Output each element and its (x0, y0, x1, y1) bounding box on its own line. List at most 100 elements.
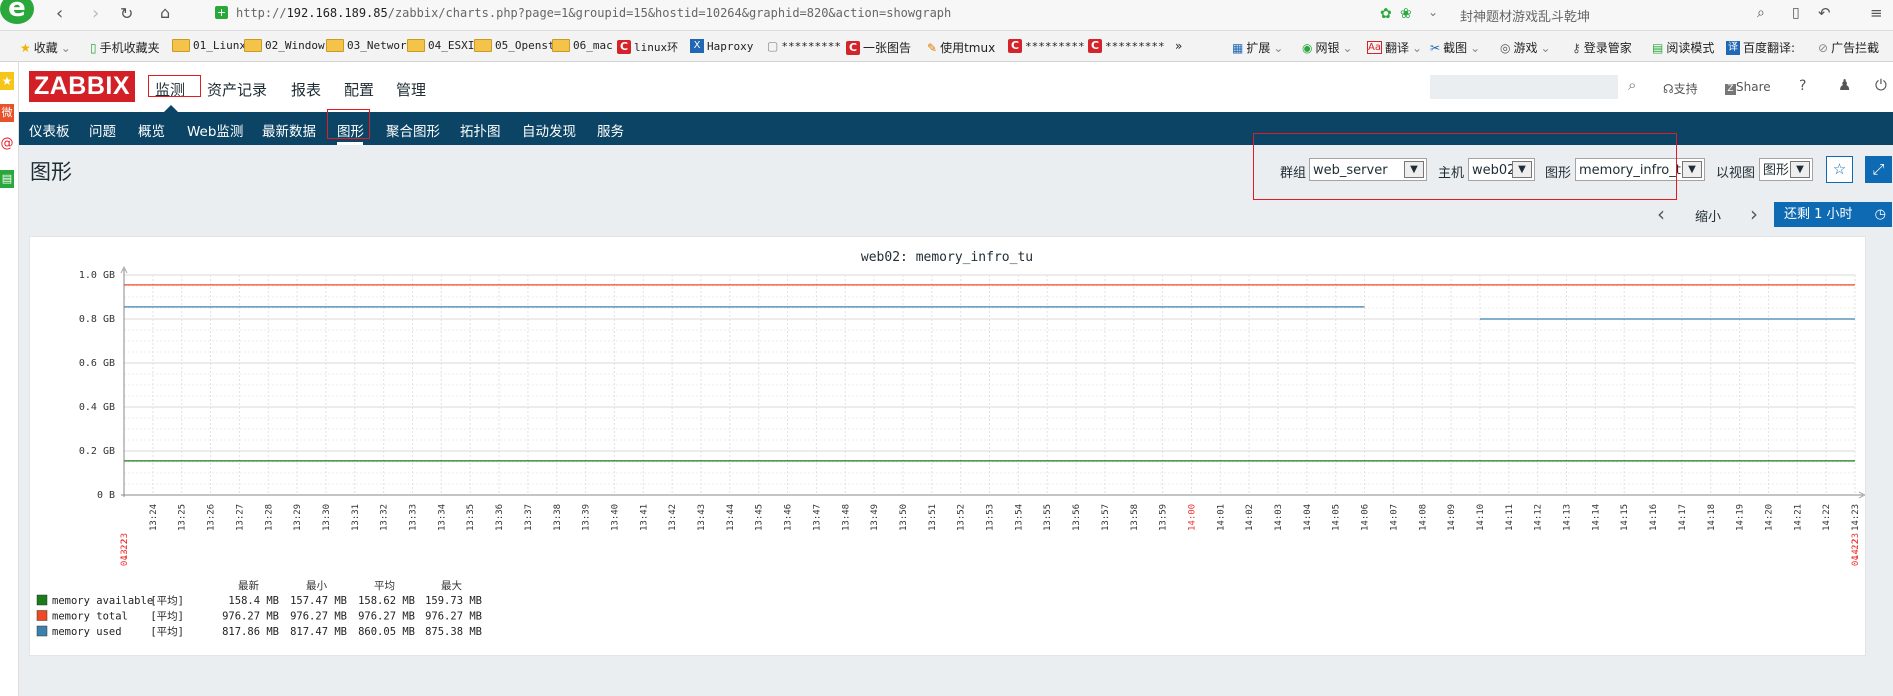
bookmark-folder-linux[interactable]: 01_Liunx (172, 39, 246, 52)
highlight-monitoring (148, 75, 201, 97)
search-icon[interactable]: ⌕ (1757, 5, 1765, 21)
global-search-input[interactable] (1430, 75, 1618, 99)
bookmark-mobile[interactable]: ▯ 手机收藏夹 (90, 39, 160, 56)
bookmark-hidden-2[interactable]: C ********* (1008, 39, 1085, 53)
menu-icon[interactable]: ≡ (1870, 4, 1883, 22)
legend-header: 最小 (306, 580, 327, 592)
bookmark-tmux[interactable]: ✎ 使用tmux (927, 39, 995, 56)
chevron-down-icon: ▼ (1790, 161, 1810, 178)
bookmark-hidden-3[interactable]: C ********* (1088, 39, 1165, 53)
x-tick-label: 14:11 (1505, 504, 1515, 531)
favorite-star-icon[interactable]: ★ (0, 72, 14, 90)
subnav-problems[interactable]: 问题 (89, 120, 116, 140)
subnav-discovery[interactable]: 自动发现 (522, 120, 576, 140)
help-icon[interactable]: ? (1799, 78, 1806, 94)
reload-icon[interactable]: ↻ (120, 4, 133, 23)
fullscreen-button[interactable]: ⤢ (1865, 156, 1892, 183)
tool-extensions[interactable]: ▦ 扩展 ⌄ (1232, 39, 1283, 56)
bookmark-folder-network[interactable]: 03_Networ (326, 39, 407, 52)
legend-swatch (36, 625, 48, 637)
menu-reports[interactable]: 报表 (291, 79, 321, 100)
tool-reading-mode[interactable]: ▤ 阅读模式 (1652, 39, 1714, 56)
bookmark-more[interactable]: » (1175, 39, 1182, 53)
bookmark-linux-env[interactable]: Clinux环 (617, 39, 678, 55)
share-link[interactable]: Z Share (1725, 80, 1771, 95)
user-profile-icon[interactable]: ♟ (1838, 76, 1851, 94)
dropdown-icon[interactable]: ⌄ (1428, 5, 1438, 19)
notes-icon[interactable]: ▤ (0, 170, 14, 188)
folder-icon (244, 39, 262, 52)
support-link[interactable]: ☊支持 (1663, 80, 1698, 97)
tool-screenshot[interactable]: ✂ 截图 ⌄ (1430, 39, 1480, 56)
logout-icon[interactable]: ⏻ (1875, 76, 1887, 94)
adblock-icon: ⊘ (1818, 40, 1829, 55)
bookmark-one-image[interactable]: C 一张图告 (846, 39, 911, 56)
mobile-icon[interactable]: ▯ (1792, 5, 1800, 21)
subnav-latest-data[interactable]: 最新数据 (262, 120, 316, 140)
tool-translate[interactable]: Aa 翻译 ⌄ (1367, 39, 1422, 56)
bookmark-folder-window[interactable]: 02_Window (244, 39, 325, 52)
weibo-icon[interactable]: 微 (0, 104, 14, 122)
email-icon[interactable]: @ (0, 136, 14, 154)
extension2-icon[interactable]: ❀ (1400, 6, 1412, 22)
share-z-icon: Z (1725, 84, 1736, 95)
x-tick-label: 13:33 (409, 504, 419, 531)
subnav-screens[interactable]: 聚合图形 (386, 120, 440, 140)
search-hint[interactable]: 封神题材游戏乱斗乾坤 (1460, 6, 1590, 25)
bookmark-haproxy[interactable]: X Haproxy (690, 39, 753, 53)
view-label: 以视图 (1716, 166, 1756, 181)
zoom-out-button[interactable]: 缩小 (1695, 206, 1721, 225)
address-bar[interactable]: http://192.168.189.85/zabbix/charts.php?… (236, 6, 951, 20)
bookmark-hidden-1[interactable]: ▢ ********* (767, 39, 841, 53)
x-tick-label: 13:27 (235, 504, 245, 531)
x-tick-label: 13:39 (582, 504, 592, 531)
tool-adblock[interactable]: ⊘ 广告拦截 (1818, 39, 1879, 56)
extension-icon[interactable]: ✿ (1380, 6, 1392, 22)
home-icon[interactable]: ⌂ (160, 3, 170, 22)
subnav-dashboard[interactable]: 仪表板 (29, 120, 70, 140)
tool-bank[interactable]: ◉ 网银 ⌄ (1302, 39, 1353, 56)
forward-icon[interactable]: › (92, 3, 99, 24)
search-icon[interactable]: ⌕ (1628, 76, 1636, 94)
chevron-down-icon: ▼ (1682, 161, 1702, 178)
memory-graph[interactable]: web02: memory_infro_tu 13:24 13:25 13:26 13… (30, 237, 1865, 655)
graph-panel: web02: memory_infro_tu 13:24 13:25 13:26 13… (29, 236, 1866, 656)
legend-function: [平均] (150, 595, 184, 607)
x-tick-label: 13:25 (178, 504, 188, 531)
undo-icon[interactable]: ↶ (1818, 4, 1831, 22)
subnav-web[interactable]: Web监测 (187, 120, 243, 140)
menu-inventory[interactable]: 资产记录 (207, 79, 267, 100)
prev-period-icon[interactable]: ‹ (1657, 202, 1665, 226)
legend-header: 平均 (374, 580, 395, 592)
zabbix-logo[interactable]: ZABBIX (29, 71, 135, 102)
menu-configuration[interactable]: 配置 (344, 79, 374, 100)
bookmark-folder-openstack[interactable]: 05_Openst (474, 39, 555, 52)
folder-icon (552, 39, 570, 52)
bookmark-favorites[interactable]: ★ 收藏 ⌄ (20, 39, 71, 56)
menu-administration[interactable]: 管理 (396, 79, 426, 100)
y-tick-label: 0 B (97, 490, 115, 501)
bookmark-folder-mac[interactable]: 06_mac (552, 39, 613, 52)
time-range-button[interactable]: 还剩 1 小时 ◷ (1774, 202, 1892, 227)
folder-icon (474, 39, 492, 52)
subnav-services[interactable]: 服务 (597, 120, 624, 140)
view-value: 图形 (1763, 163, 1790, 178)
tool-baidu-translate[interactable]: 译百度翻译: (1726, 39, 1795, 56)
mobile-folder-icon: ▯ (90, 40, 97, 55)
tool-games[interactable]: ◎ 游戏 ⌄ (1500, 39, 1551, 56)
url-host: 192.168.189.85 (286, 6, 388, 20)
tool-login-manager[interactable]: ⚷ 登录管家 (1572, 39, 1632, 56)
view-select[interactable]: 图形 ▼ (1759, 158, 1813, 181)
subnav-maps[interactable]: 拓扑图 (460, 120, 501, 140)
x-tick-label: 13:58 (1130, 504, 1140, 531)
x-tick-label: 14:14 (1591, 504, 1601, 531)
back-icon[interactable]: ‹ (56, 3, 63, 24)
subnav-overview[interactable]: 概览 (138, 120, 165, 140)
x-tick-label: 14:19 (1736, 504, 1746, 531)
x-tick-label: 13:32 (380, 504, 390, 531)
bookmark-folder-esxi[interactable]: 04_ESXI (407, 39, 474, 52)
next-period-icon[interactable]: › (1750, 202, 1758, 226)
favorite-star-button[interactable]: ☆ (1826, 156, 1853, 183)
x-tick-label: 13:36 (495, 504, 505, 531)
legend-swatch (36, 610, 48, 621)
